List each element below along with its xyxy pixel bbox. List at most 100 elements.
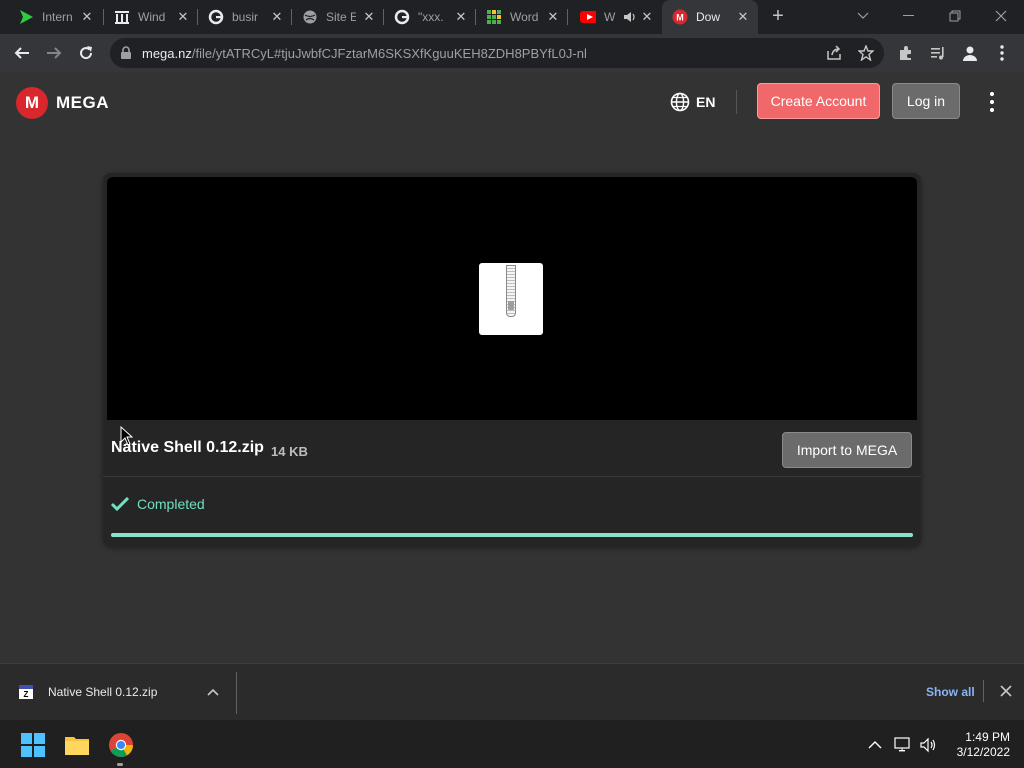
mega-logo-text: MEGA (56, 93, 109, 112)
close-icon[interactable]: ✕ (80, 9, 94, 25)
puzzle-icon (900, 46, 911, 60)
show-all-downloads-link[interactable]: Show all (926, 685, 975, 699)
close-icon[interactable]: ✕ (736, 9, 750, 25)
network-icon[interactable] (894, 736, 912, 754)
tab-search-button[interactable] (840, 0, 886, 32)
header-divider (736, 90, 737, 114)
close-shelf-icon[interactable] (999, 684, 1013, 698)
language-selector[interactable]: EN (670, 92, 715, 112)
tab-label: Dow (696, 10, 721, 24)
close-icon[interactable]: ✕ (454, 9, 468, 25)
close-icon[interactable]: ✕ (270, 9, 284, 25)
checkmark-icon (111, 497, 129, 511)
star-icon (858, 45, 874, 61)
extensions-button[interactable] (894, 41, 918, 65)
system-clock[interactable]: 1:49 PM 3/12/2022 (944, 730, 1010, 760)
status-text: Completed (137, 496, 205, 512)
chevron-up-icon[interactable] (866, 736, 884, 754)
tab-6[interactable]: W ✕ (570, 0, 662, 34)
page-menu-icon[interactable] (984, 92, 1000, 112)
shelf-separator (236, 672, 237, 714)
close-icon[interactable]: ✕ (640, 9, 654, 25)
chevron-up-icon[interactable] (205, 684, 221, 700)
grid-icon (486, 9, 502, 25)
chevron-down-icon (857, 12, 869, 19)
address-bar[interactable]: mega.nz/file/ytATRCyL#tjuJwbfCJFztarM6SK… (110, 38, 884, 68)
file-preview (107, 177, 917, 420)
restore-button[interactable] (932, 0, 978, 32)
reload-icon (80, 46, 93, 60)
windows-taskbar: 1:49 PM 3/12/2022 (0, 720, 1024, 768)
windows-start-icon[interactable] (20, 732, 46, 758)
mouse-cursor-icon (120, 426, 134, 446)
browser-toolbar: mega.nz/file/ytATRCyL#tjuJwbfCJFztarM6SK… (0, 34, 1024, 72)
playlist-icon (931, 47, 944, 60)
reload-button[interactable] (74, 41, 98, 65)
museum-icon (114, 9, 130, 25)
svg-text:M: M (676, 13, 684, 23)
tab-separator (567, 9, 568, 25)
tab-7[interactable]: M Dow ✕ (662, 0, 758, 34)
youtube-icon (580, 9, 596, 25)
download-item[interactable]: Z Native Shell 0.12.zip (18, 684, 157, 700)
person-icon (963, 46, 977, 61)
import-to-mega-button[interactable]: Import to MEGA (782, 432, 912, 468)
restore-icon (949, 10, 961, 22)
mega-page: M MEGA EN Create Account Log in Native S… (0, 72, 1024, 663)
mega-icon: M (672, 9, 688, 25)
arrow-right-icon (47, 47, 62, 59)
new-tab-button[interactable]: + (768, 6, 788, 26)
url-path: /file/ytATRCyL#tjuJwbfCJFztarM6SKSXfKguu… (191, 46, 587, 61)
close-window-button[interactable] (978, 0, 1024, 32)
tab-4[interactable]: "xxx. ✕ (384, 0, 476, 34)
back-button[interactable] (10, 41, 34, 65)
tab-strip: Intern ✕ Wind ✕ busir ✕ Site E ✕ "xxx. ✕ (0, 0, 1024, 34)
share-button[interactable] (822, 41, 846, 65)
minimize-icon (903, 15, 914, 16)
download-status: Completed (111, 496, 205, 512)
tab-5[interactable]: Word ✕ (476, 0, 568, 34)
clock-time: 1:49 PM (965, 730, 1010, 744)
file-size: 14 KB (271, 444, 308, 459)
language-label: EN (696, 94, 716, 110)
lock-icon (120, 46, 132, 65)
media-control-button[interactable] (926, 41, 950, 65)
tab-label: busir (232, 10, 259, 24)
tab-label: Intern (42, 10, 72, 24)
tab-0[interactable]: Intern ✕ (8, 0, 102, 34)
chrome-icon[interactable] (108, 732, 134, 758)
login-button[interactable]: Log in (892, 83, 960, 119)
forward-button[interactable] (42, 41, 66, 65)
url-text[interactable]: mega.nz/file/ytATRCyL#tjuJwbfCJFztarM6SK… (142, 46, 587, 61)
create-account-button[interactable]: Create Account (757, 83, 880, 119)
bookmark-button[interactable] (854, 41, 878, 65)
green-play-icon (18, 9, 34, 25)
tab-2[interactable]: busir ✕ (198, 0, 292, 34)
mega-logo-icon: M (16, 87, 48, 119)
close-icon[interactable]: ✕ (362, 9, 376, 25)
clock-date: 3/12/2022 (956, 745, 1010, 759)
kebab-menu-icon (1000, 45, 1004, 61)
file-explorer-icon[interactable] (64, 732, 90, 758)
zip-file-icon: Z (19, 685, 33, 699)
progress-fill (111, 533, 913, 537)
profile-button[interactable] (958, 41, 982, 65)
chrome-menu-button[interactable] (990, 41, 1014, 65)
tab-1[interactable]: Wind ✕ (104, 0, 198, 34)
globe-icon (670, 92, 690, 112)
close-icon[interactable]: ✕ (176, 9, 190, 25)
file-card: Native Shell 0.12.zip 14 KB Import to ME… (103, 173, 921, 546)
volume-icon[interactable] (920, 736, 938, 754)
speaker-icon[interactable] (622, 9, 638, 25)
mega-logo[interactable]: M MEGA (16, 87, 109, 119)
url-host: mega.nz (142, 46, 192, 61)
google-icon (208, 9, 224, 25)
minimize-button[interactable] (886, 0, 932, 32)
globe-icon (302, 9, 318, 25)
download-progress-bar (111, 533, 913, 537)
download-file-name: Native Shell 0.12.zip (48, 685, 158, 699)
shelf-separator (983, 680, 984, 702)
zip-file-icon (479, 263, 543, 335)
tab-3[interactable]: Site E ✕ (292, 0, 384, 34)
close-icon[interactable]: ✕ (546, 9, 560, 25)
